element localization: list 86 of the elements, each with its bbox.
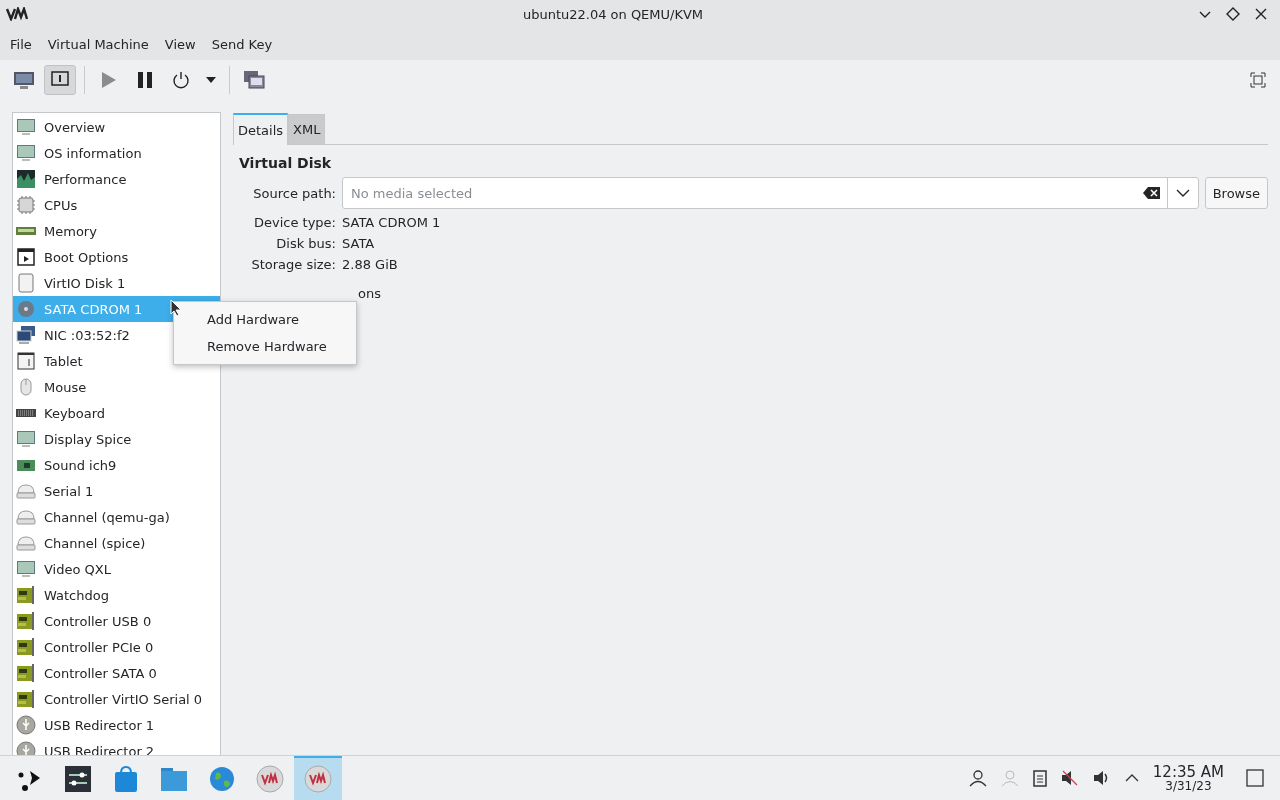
chevron-up-icon[interactable]	[1124, 773, 1139, 783]
hardware-list-item[interactable]: Overview	[13, 114, 220, 140]
field-label: Source path:	[252, 185, 336, 201]
power-icon	[172, 71, 190, 89]
user-icon[interactable]	[968, 769, 987, 787]
section-heading: Virtual Disk	[239, 155, 333, 171]
hardware-list-item[interactable]: VirtIO Disk 1	[13, 270, 220, 296]
hardware-list-item[interactable]: Keyboard	[13, 400, 220, 426]
browse-button[interactable]: Browse	[1204, 177, 1268, 209]
menu-item[interactable]: Send Key	[205, 32, 279, 56]
tablet-icon	[16, 351, 36, 371]
expander-label[interactable]: ons	[358, 286, 1268, 301]
show-desktop-icon[interactable]	[1246, 769, 1264, 787]
clear-icon[interactable]	[1142, 186, 1161, 200]
monitor-icon	[16, 429, 36, 449]
maximize-icon[interactable]	[1226, 7, 1240, 21]
hardware-list-item[interactable]: Serial 1	[13, 478, 220, 504]
network-icon	[16, 325, 36, 345]
clock[interactable]: 12:35 AM 3/31/23	[1152, 764, 1224, 792]
expansion-card-icon	[16, 637, 36, 657]
globe-icon	[208, 765, 236, 793]
sliders-icon	[64, 765, 92, 793]
muted-speaker-icon[interactable]	[1060, 769, 1079, 787]
usb-icon	[16, 715, 36, 735]
menu-item[interactable]: File	[4, 32, 38, 56]
hardware-list-item[interactable]: USB Redirector 1	[13, 712, 220, 738]
hardware-list-item[interactable]: Controller SATA 0	[13, 660, 220, 686]
hardware-list-item[interactable]: OS information	[13, 140, 220, 166]
expansion-card-icon	[16, 663, 36, 683]
hardware-list-item[interactable]: Video QXL	[13, 556, 220, 582]
hardware-list-item[interactable]: Channel (qemu-ga)	[13, 504, 220, 530]
chart-icon	[16, 169, 36, 189]
tab[interactable]: Details	[233, 113, 289, 145]
serial-port-icon	[16, 533, 36, 553]
menu-item[interactable]: View	[158, 32, 202, 56]
field-value: 2.88 GiB	[342, 257, 399, 272]
hardware-list-item[interactable]: Channel (spice)	[13, 530, 220, 556]
app-logo-icon	[6, 7, 28, 21]
fullscreen-icon[interactable]	[1250, 72, 1266, 88]
context-menu-item[interactable]: Remove Hardware	[174, 333, 356, 360]
clipboard-icon[interactable]	[1032, 769, 1047, 787]
expansion-card-icon	[16, 689, 36, 709]
play-icon	[101, 71, 117, 89]
vm-icon	[304, 765, 332, 793]
info-icon	[51, 71, 69, 89]
dropdown-caret-icon[interactable]	[1175, 188, 1190, 198]
source-path-combo[interactable]: No media selected	[342, 177, 1199, 209]
hardware-list-item[interactable]: Memory	[13, 218, 220, 244]
disc-icon	[16, 299, 36, 319]
tab[interactable]: XML	[288, 114, 326, 144]
hardware-list-item[interactable]: Boot Options	[13, 244, 220, 270]
monitor-icon	[16, 143, 36, 163]
field-value: SATA	[342, 236, 376, 251]
expansion-card-icon	[16, 611, 36, 631]
monitor-icon	[13, 70, 35, 90]
hardware-list-item[interactable]: Controller VirtIO Serial 0	[13, 686, 220, 712]
hardware-list-item[interactable]: Controller PCIe 0	[13, 634, 220, 660]
source-path-field[interactable]: No media selected	[343, 185, 1143, 201]
store-bag-icon	[112, 765, 140, 793]
boot-icon	[16, 247, 36, 267]
hardware-list-item[interactable]: Controller USB 0	[13, 608, 220, 634]
field-value: SATA CDROM 1	[342, 215, 442, 230]
monitor-icon	[16, 117, 36, 137]
hardware-list-item[interactable]: Display Spice	[13, 426, 220, 452]
hardware-list-item[interactable]: Watchdog	[13, 582, 220, 608]
vm-icon	[256, 765, 284, 793]
hardware-list-item[interactable]: Sound ich9	[13, 452, 220, 478]
snapshots-icon	[243, 70, 265, 90]
hardware-list-item[interactable]: CPUs	[13, 192, 220, 218]
field-label: Disk bus:	[275, 236, 336, 251]
field-label: Storage size:	[250, 257, 336, 272]
expansion-card-icon	[16, 585, 36, 605]
serial-port-icon	[16, 481, 36, 501]
pause-icon	[137, 71, 153, 89]
monitor-icon	[16, 559, 36, 579]
close-icon[interactable]	[1254, 7, 1268, 21]
hardware-list-item[interactable]: Performance	[13, 166, 220, 192]
menu-item[interactable]: Virtual Machine	[41, 32, 155, 56]
caret-icon	[206, 77, 216, 83]
chip-icon	[16, 195, 36, 215]
serial-port-icon	[16, 507, 36, 527]
window-title: ubuntu22.04 on QEMU/KVM	[521, 6, 705, 22]
folder-icon	[160, 765, 188, 793]
hardware-list-item[interactable]: Mouse	[13, 374, 220, 400]
field-label: Device type:	[253, 215, 336, 230]
hardware-list-item[interactable]: USB Redirector 2	[13, 738, 220, 755]
